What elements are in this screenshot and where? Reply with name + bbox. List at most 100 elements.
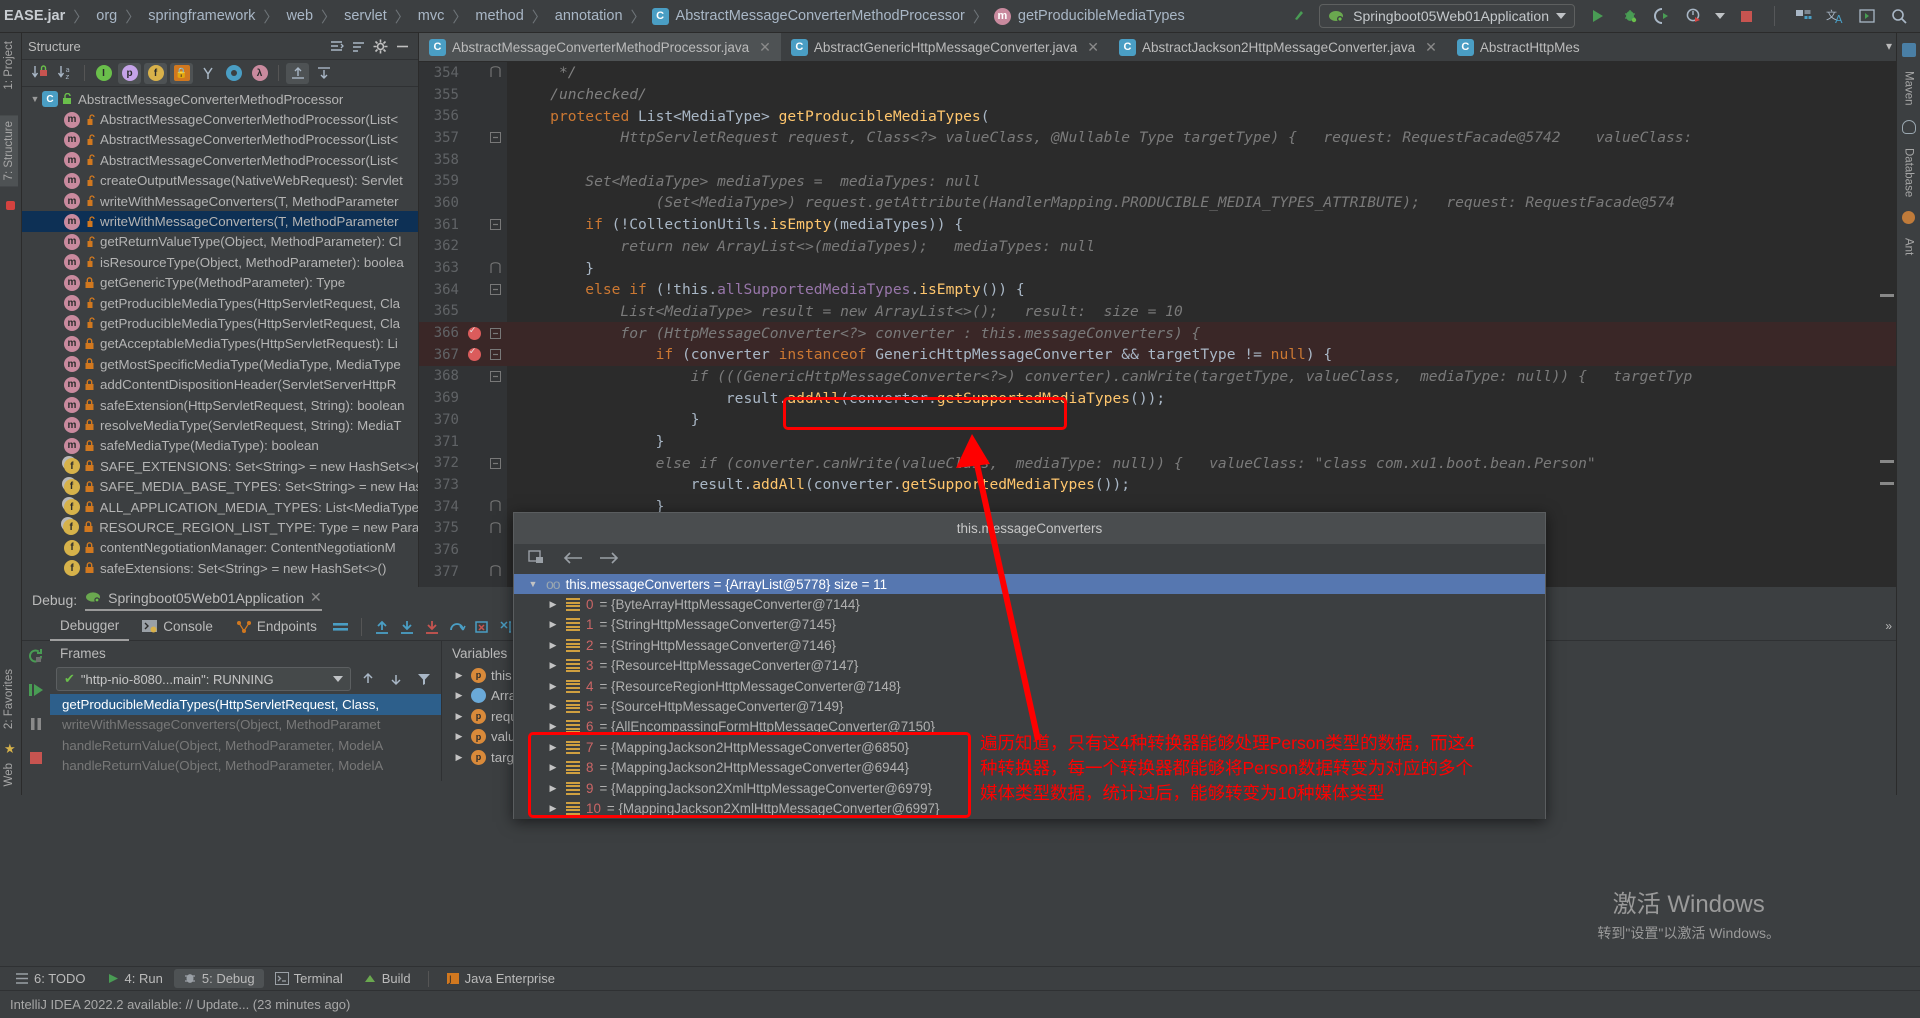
code-line[interactable]: 360 (Set<MediaType>) request.getAttribut…	[419, 192, 1896, 214]
force-step-into-button[interactable]	[421, 616, 443, 638]
back-arrow-icon[interactable]	[562, 549, 584, 570]
structure-tree-row[interactable]: m createOutputMessage(NativeWebRequest): …	[22, 171, 418, 191]
run-with-coverage-button[interactable]	[1651, 5, 1673, 27]
breadcrumb[interactable]: EASE.jar 〉 org 〉 springframework 〉 web 〉 servlet…	[0, 0, 1187, 33]
code-line[interactable]: 356 protected List<MediaType> getProduci…	[419, 105, 1896, 127]
stop-program-button[interactable]	[25, 747, 47, 769]
structure-tree-row[interactable]: m AbstractMessageConverterMethodProcessor…	[22, 109, 418, 129]
show-inherited-icon[interactable]: I	[92, 63, 115, 84]
gear-icon[interactable]	[371, 37, 390, 56]
profiler-button[interactable]	[1683, 5, 1705, 27]
tab-overflow-icon[interactable]: ▾	[1886, 39, 1892, 53]
structure-tree-row[interactable]: m addContentDispositionHeader(ServletServ…	[22, 374, 418, 394]
close-icon[interactable]: ✕	[310, 589, 322, 606]
code-line[interactable]: 373 result.addAll(converter.getSupported…	[419, 474, 1896, 496]
console-icon[interactable]	[1856, 5, 1878, 27]
show-lambdas-icon[interactable]: λ	[248, 63, 271, 84]
show-properties-icon[interactable]: p	[118, 62, 141, 84]
stack-frame-row[interactable]: handleReturnValue(Object, MethodParamete…	[50, 756, 441, 777]
tool-window-button-4-run[interactable]: 4: Run	[97, 969, 172, 988]
editor-tab-bar[interactable]: C AbstractMessageConverterMethodProcessor…	[419, 33, 1896, 62]
frames-list[interactable]: getProducibleMediaTypes(HttpServletReque…	[50, 694, 441, 776]
code-line[interactable]: 367 if (converter instanceof GenericHttp…	[419, 343, 1896, 366]
inspector-row[interactable]: ▶ 0 = {ByteArrayHttpMessageConverter@7144}	[514, 594, 1545, 614]
code-fold-icon[interactable]	[483, 327, 507, 339]
editor-tab[interactable]: C AbstractJackson2HttpMessageConverter.ja…	[1109, 33, 1447, 61]
structure-tree-row[interactable]: m getAcceptableMediaTypes(HttpServletRequ…	[22, 334, 418, 354]
drop-frame-button[interactable]	[471, 616, 493, 638]
close-icon[interactable]: ✕	[1087, 39, 1099, 56]
code-fold-icon[interactable]	[483, 66, 507, 79]
chevron-right-icon[interactable]: ▶	[546, 701, 560, 712]
sort-by-visibility-icon[interactable]	[28, 63, 51, 84]
structure-tree-row[interactable]: m getMostSpecificMediaType(MediaType, Med…	[22, 354, 418, 374]
code-line[interactable]: 361 if (!CollectionUtils.isEmpty(mediaTy…	[419, 214, 1896, 236]
editor-tab[interactable]: C AbstractMessageConverterMethodProcessor…	[419, 33, 781, 61]
show-anonymous-icon[interactable]	[222, 63, 245, 84]
expand-all-icon[interactable]	[286, 62, 309, 84]
structure-tree-row[interactable]: f SAFE_MEDIA_BASE_TYPES: Set<String> = ne…	[22, 476, 418, 496]
code-line[interactable]: 354 */	[419, 62, 1896, 84]
structure-tree-row[interactable]: m writeWithMessageConverters(T, MethodPar…	[22, 211, 418, 232]
code-line[interactable]: 371 }	[419, 431, 1896, 453]
chevron-right-icon[interactable]: ▶	[546, 599, 560, 610]
code-line[interactable]: 363 }	[419, 257, 1896, 279]
frames-up-icon[interactable]	[357, 668, 379, 690]
debug-button[interactable]	[1619, 5, 1641, 27]
breadcrumb-item[interactable]: EASE.jar	[2, 8, 67, 24]
breadcrumb-item[interactable]: servlet	[342, 8, 389, 24]
tool-tab-web[interactable]: Web	[0, 757, 18, 792]
structure-tree-row[interactable]: m isResourceType(Object, MethodParameter)…	[22, 252, 418, 272]
structure-tree-row[interactable]: m safeMediaType(MediaType): boolean	[22, 436, 418, 456]
tool-tab-ant[interactable]: Ant	[1903, 238, 1915, 255]
code-fold-icon[interactable]	[483, 349, 507, 361]
code-line[interactable]: 358	[419, 149, 1896, 171]
breakpoint-icon[interactable]	[465, 325, 483, 340]
chevron-right-icon[interactable]: ▶	[452, 670, 466, 681]
structure-tree-row[interactable]: m getProducibleMediaTypes(HttpServletRequ…	[22, 293, 418, 313]
breadcrumb-item[interactable]: org	[94, 8, 119, 24]
editor-tab[interactable]: C AbstractHttpMes	[1447, 33, 1590, 61]
sort-alphabetically-icon[interactable]: az	[54, 63, 77, 84]
inspector-row[interactable]: ▶ 2 = {StringHttpMessageConverter@7146}	[514, 635, 1545, 655]
chevron-right-icon[interactable]: ▶	[452, 731, 466, 742]
structure-tree-row[interactable]: m AbstractMessageConverterMethodProcessor…	[22, 150, 418, 170]
step-over-button[interactable]	[446, 616, 468, 638]
pause-program-button[interactable]	[25, 713, 47, 735]
chevron-right-icon[interactable]: ▶	[546, 640, 560, 651]
show-interfaces-icon[interactable]	[196, 63, 219, 84]
inspector-row[interactable]: ▶ 4 = {ResourceRegionHttpMessageConverter@…	[514, 676, 1545, 696]
show-non-public-icon[interactable]: 🔒	[170, 62, 193, 84]
chevron-right-icon[interactable]: ▶	[546, 619, 560, 630]
breadcrumb-item[interactable]: annotation	[553, 8, 625, 24]
inspector-row[interactable]: ▶ 5 = {SourceHttpMessageConverter@7149}	[514, 696, 1545, 716]
code-fold-icon[interactable]	[483, 521, 507, 535]
profiler-chevron-icon[interactable]	[1715, 13, 1725, 19]
ant-icon[interactable]	[1902, 210, 1915, 224]
code-fold-icon[interactable]	[483, 284, 507, 296]
stop-button[interactable]	[1735, 5, 1757, 27]
maven-icon[interactable]	[1901, 43, 1916, 57]
structure-tree-row[interactable]: ▼ C AbstractMessageConverterMethodProcesso…	[22, 89, 418, 109]
run-configuration-selector[interactable]: Springboot05Web01Application	[1319, 4, 1575, 28]
code-lines[interactable]: 354 */355 /unchecked/356 protected List<…	[419, 62, 1896, 595]
breadcrumb-item[interactable]: m getProducibleMediaTypes	[993, 7, 1187, 25]
chevron-down-icon[interactable]: ▼	[526, 579, 540, 589]
editor-tab[interactable]: C AbstractGenericHttpMessageConverter.jav…	[781, 33, 1109, 61]
code-line[interactable]: 368 if (((GenericHttpMessageConverter<?>…	[419, 366, 1896, 388]
tool-window-button-java-enterprise[interactable]: J Java Enterprise	[437, 969, 564, 988]
chevron-right-icon[interactable]: ▶	[546, 803, 560, 814]
hide-panel-icon[interactable]	[393, 37, 412, 56]
structure-tree-row[interactable]: f ALL_APPLICATION_MEDIA_TYPES: List<Media…	[22, 497, 418, 517]
code-line[interactable]: 366 for (HttpMessageConverter<?> convert…	[419, 322, 1896, 344]
chevron-down-icon[interactable]	[1556, 13, 1566, 19]
code-fold-icon[interactable]	[483, 132, 507, 144]
tabs-overflow-icon[interactable]: »	[1885, 619, 1892, 633]
tool-window-status-bar[interactable]: 6: TODO 4: Run 5: Debug Terminal Build J Java …	[0, 966, 1920, 990]
inspector-row[interactable]: ▶ 1 = {StringHttpMessageConverter@7145}	[514, 615, 1545, 635]
structure-tree-row[interactable]: m AbstractMessageConverterMethodProcessor…	[22, 130, 418, 150]
tool-tab-maven[interactable]: Maven	[1903, 71, 1915, 106]
run-button[interactable]	[1587, 5, 1609, 27]
search-icon[interactable]	[1888, 5, 1910, 27]
breadcrumb-item[interactable]: mvc	[416, 8, 447, 24]
